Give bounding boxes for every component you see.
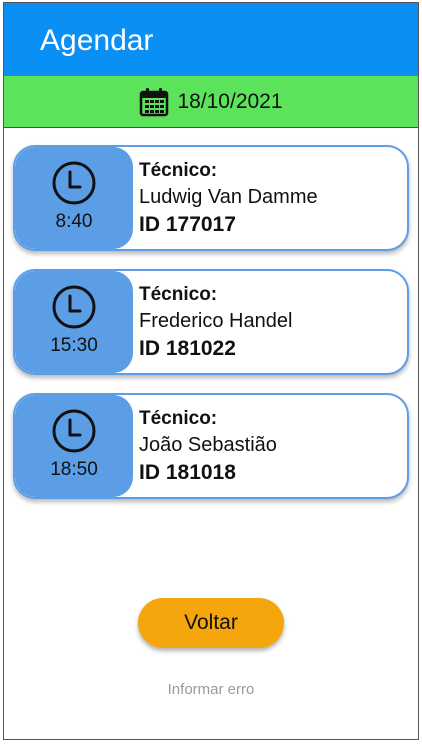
time-panel: 15:30 bbox=[15, 271, 133, 373]
back-button[interactable]: Voltar bbox=[138, 598, 284, 648]
appointment-card-3[interactable]: 18:50 Técnico: João Sebastião ID 181018 bbox=[13, 393, 409, 499]
app-header: Agendar bbox=[4, 3, 418, 76]
time-panel: 18:50 bbox=[15, 395, 133, 497]
appointment-time: 18:50 bbox=[50, 459, 98, 480]
technician-id: ID 177017 bbox=[139, 213, 236, 236]
appointment-details: Técnico: Ludwig Van Damme ID 177017 bbox=[139, 159, 318, 239]
technician-id: ID 181022 bbox=[139, 337, 236, 360]
technician-name: Frederico Handel bbox=[139, 310, 293, 332]
clock-icon bbox=[52, 409, 96, 453]
technician-label: Técnico: bbox=[139, 160, 218, 181]
date-bar: 18/10/2021 bbox=[4, 76, 418, 128]
appointment-card-2[interactable]: 15:30 Técnico: Frederico Handel ID 18102… bbox=[13, 269, 409, 375]
appointment-card-1[interactable]: 8:40 Técnico: Ludwig Van Damme ID 177017 bbox=[13, 145, 409, 251]
report-error-link[interactable]: Informar erro bbox=[4, 681, 418, 698]
technician-label: Técnico: bbox=[139, 408, 218, 429]
appointment-list: 8:40 Técnico: Ludwig Van Damme ID 177017… bbox=[13, 145, 409, 517]
technician-id: ID 181018 bbox=[139, 461, 236, 484]
selected-date: 18/10/2021 bbox=[177, 89, 283, 113]
page-title: Agendar bbox=[40, 23, 154, 57]
time-panel: 8:40 bbox=[15, 147, 133, 249]
technician-name: João Sebastião bbox=[139, 434, 277, 456]
appointment-time: 15:30 bbox=[50, 335, 98, 356]
appointment-time: 8:40 bbox=[55, 211, 93, 232]
appointment-details: Técnico: João Sebastião ID 181018 bbox=[139, 407, 277, 487]
appointment-details: Técnico: Frederico Handel ID 181022 bbox=[139, 283, 292, 363]
clock-icon bbox=[52, 285, 96, 329]
app-screen: Agendar 18/10/2021 8:40 Técnico: Ludwig … bbox=[3, 2, 419, 740]
technician-name: Ludwig Van Damme bbox=[139, 186, 318, 208]
technician-label: Técnico: bbox=[139, 284, 218, 305]
calendar-icon bbox=[139, 87, 169, 117]
clock-icon bbox=[52, 161, 96, 205]
